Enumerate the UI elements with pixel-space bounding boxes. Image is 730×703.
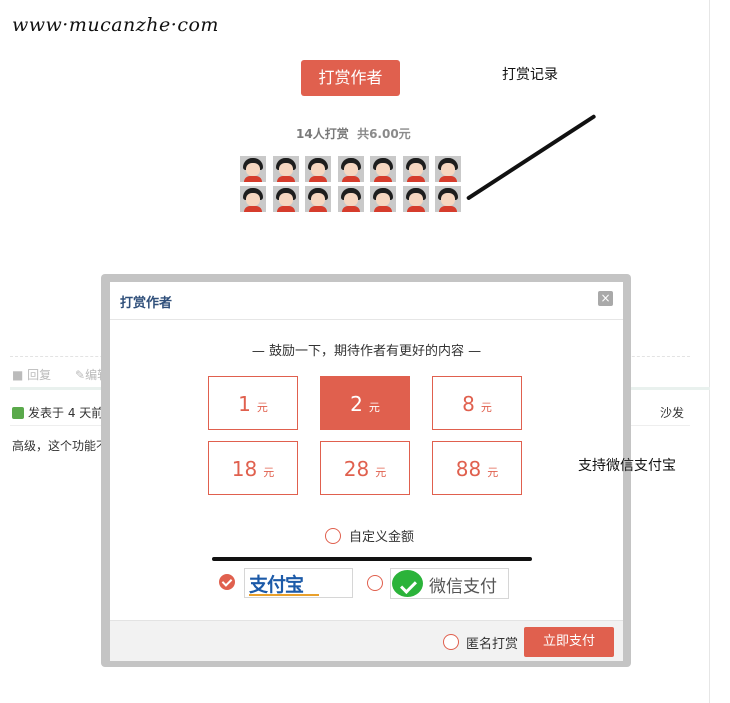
custom-amount-radio[interactable] xyxy=(325,528,341,544)
custom-amount-label: 自定义金额 xyxy=(349,530,415,545)
amount-button[interactable]: 1元 xyxy=(208,376,298,430)
divider xyxy=(110,319,623,320)
annotation-pay-support: 支持微信支付宝 xyxy=(578,458,676,474)
annotation-stroke xyxy=(212,557,532,561)
reward-stats: 14人打赏 共6.00元 xyxy=(296,125,411,142)
amount-value: 88 xyxy=(455,457,482,481)
annotation-reward-record: 打赏记录 xyxy=(502,67,558,83)
amount-value: 1 xyxy=(238,392,251,416)
avatar[interactable] xyxy=(337,186,364,212)
modal-tip: — 鼓励一下，期待作者有更好的内容 — xyxy=(251,344,482,359)
alipay-logo: 支付宝 xyxy=(249,570,319,597)
amount-unit: 元 xyxy=(368,401,380,414)
avatar[interactable] xyxy=(305,186,331,212)
amount-unit: 元 xyxy=(375,466,387,479)
wechat-label: 微信支付 xyxy=(429,577,497,597)
avatar[interactable] xyxy=(240,156,266,182)
right-divider xyxy=(709,0,710,703)
avatar[interactable] xyxy=(272,186,299,212)
avatar[interactable] xyxy=(435,156,461,182)
amount-value: 8 xyxy=(462,392,475,416)
amount-button[interactable]: 2元 xyxy=(320,376,410,430)
close-icon[interactable]: × xyxy=(598,291,613,306)
amount-button[interactable]: 18 元 xyxy=(208,441,298,495)
avatar[interactable] xyxy=(402,156,429,182)
avatar[interactable] xyxy=(272,156,299,182)
user-icon xyxy=(12,407,24,419)
amount-value: 28 xyxy=(343,457,370,481)
amount-button[interactable]: 88 元 xyxy=(432,441,522,495)
reward-author-button[interactable]: 打赏作者 xyxy=(301,60,400,96)
modal-title: 打赏作者 xyxy=(120,296,173,311)
wechat-icon xyxy=(392,570,423,597)
amount-value: 2 xyxy=(350,392,363,416)
amount-unit: 元 xyxy=(480,401,492,414)
wechat-radio[interactable] xyxy=(367,575,383,591)
amount-unit: 元 xyxy=(256,401,268,414)
wechat-option[interactable]: 微信支付 xyxy=(390,568,509,599)
avatar[interactable] xyxy=(305,156,331,182)
avatar[interactable] xyxy=(370,186,396,212)
amount-value: 18 xyxy=(231,457,258,481)
comment-meta: 发表于 4 天前 xyxy=(12,404,103,421)
reply-link[interactable]: ■ 回复 xyxy=(12,366,51,383)
comment-text: 高级，这个功能不 xyxy=(12,439,109,453)
reward-count: 14人打赏 xyxy=(296,127,349,141)
amount-button[interactable]: 8元 xyxy=(432,376,522,430)
reward-total: 共6.00元 xyxy=(357,127,411,141)
alipay-wave xyxy=(249,594,319,596)
avatar[interactable] xyxy=(370,156,396,182)
avatar[interactable] xyxy=(337,156,364,182)
avatar[interactable] xyxy=(240,186,266,212)
amount-unit: 元 xyxy=(487,466,499,479)
floor-label: 沙发 xyxy=(660,406,685,420)
alipay-option[interactable]: 支付宝 xyxy=(244,568,353,598)
annotation-stroke xyxy=(465,113,597,201)
avatar[interactable] xyxy=(402,186,429,212)
watermark: www·mucanzhe·com xyxy=(12,14,219,36)
pay-now-button[interactable]: 立即支付 xyxy=(524,627,614,657)
reward-modal: 打赏作者 × — 鼓励一下，期待作者有更好的内容 — 1 元 2 元 8 元 18 元 28 元 8… xyxy=(110,282,623,661)
amount-button[interactable]: 28 元 xyxy=(320,441,410,495)
alipay-radio[interactable] xyxy=(219,574,235,590)
avatar[interactable] xyxy=(435,186,461,212)
anonymous-radio[interactable] xyxy=(443,634,459,650)
anonymous-label: 匿名打赏 xyxy=(466,637,519,652)
amount-unit: 元 xyxy=(263,466,275,479)
modal-footer: 匿名打赏 立即支付 xyxy=(110,620,623,661)
